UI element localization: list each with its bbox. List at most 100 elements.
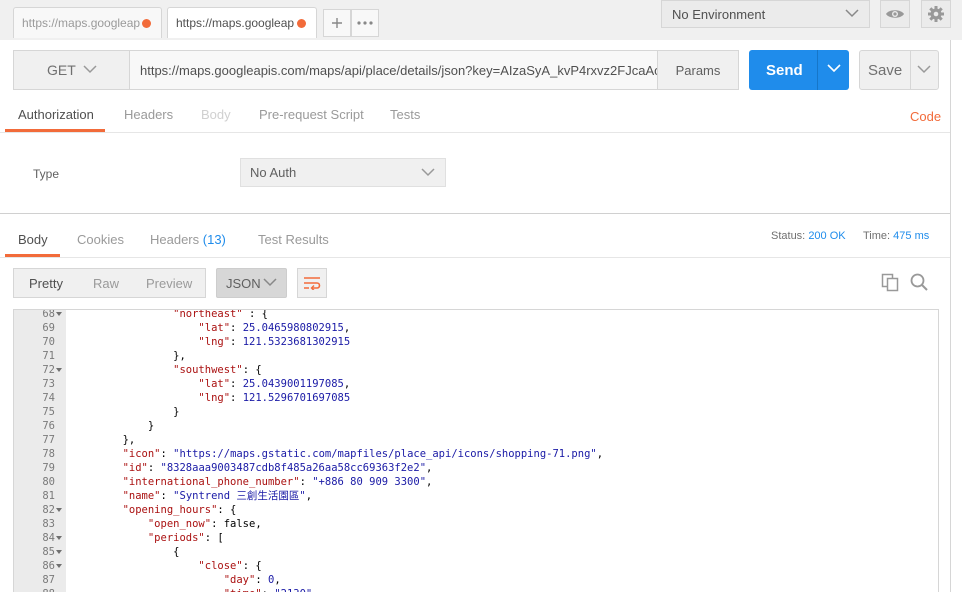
response-tab-body[interactable]: Body [18, 232, 48, 247]
wrap-lines-button[interactable] [297, 268, 327, 298]
line-number: 69 [42, 322, 55, 334]
line-number: 71 [42, 350, 55, 362]
environment-quicklook-button[interactable] [880, 0, 910, 28]
status-value: 200 OK [808, 230, 846, 242]
response-tab-test-results[interactable]: Test Results [258, 232, 329, 247]
response-tab-headers[interactable]: Headers (13) [150, 232, 226, 247]
code-token: : [230, 378, 243, 390]
code-token: : { [242, 364, 262, 376]
response-time: Time: 475 ms [863, 230, 929, 242]
method-label: GET [47, 62, 76, 78]
more-tabs-button[interactable] [351, 9, 379, 37]
tab-pre-request-script[interactable]: Pre-request Script [259, 107, 364, 122]
code-text: "periods": [ [72, 531, 224, 545]
fold-arrow-icon[interactable] [56, 550, 62, 554]
chevron-down-icon[interactable] [827, 63, 841, 73]
format-select[interactable]: JSON [216, 268, 287, 298]
response-status: Status: 200 OK [771, 230, 846, 242]
line-number: 72 [42, 364, 55, 376]
tab-authorization[interactable]: Authorization [18, 107, 94, 122]
view-mode-group: Pretty Raw Preview [13, 268, 206, 298]
new-tab-button[interactable] [323, 9, 351, 37]
code-line: 77 }, [14, 433, 929, 447]
code-token: "open_now" [72, 518, 212, 530]
code-token: "close" [72, 560, 243, 572]
request-tab-1[interactable]: https://maps.googleap [13, 7, 162, 38]
code-token: : { [242, 309, 268, 320]
section-divider [0, 213, 950, 214]
code-token: , [305, 490, 313, 502]
code-token: , [343, 378, 351, 390]
code-line: 73 "lat": 25.0439001197085, [14, 377, 929, 391]
code-line: 71 }, [14, 349, 929, 363]
code-line: 88 "time": "2130" [14, 587, 929, 592]
settings-button[interactable] [921, 0, 951, 28]
code-text: "lat": 25.0465980802915, [72, 321, 350, 335]
line-number: 84 [42, 532, 55, 544]
code-line: 75 } [14, 405, 929, 419]
code-text: "opening_hours": { [72, 503, 237, 517]
tab-body[interactable]: Body [201, 107, 231, 122]
code-token: "periods" [72, 532, 205, 544]
line-number: 79 [42, 462, 55, 474]
fold-arrow-icon[interactable] [56, 508, 62, 512]
line-number: 74 [42, 392, 55, 404]
search-response-button[interactable] [909, 272, 931, 294]
code-token: , [274, 574, 281, 586]
fold-arrow-icon[interactable] [56, 536, 62, 540]
fold-arrow-icon[interactable] [56, 368, 62, 372]
plus-icon [332, 18, 342, 28]
code-text: "close": { [72, 559, 261, 573]
code-line: 80 "international_phone_number": "+886 8… [14, 475, 929, 489]
response-body-editor[interactable]: 68 "northeast" : { 69 "lat": 25.046598080… [13, 309, 939, 592]
view-raw-button[interactable]: Raw [93, 269, 119, 297]
code-token: "+886 80 909 3300" [312, 476, 427, 488]
tab-headers[interactable]: Headers [124, 107, 173, 122]
code-text: "lat": 25.0439001197085, [72, 377, 350, 391]
status-label: Status: [771, 230, 806, 242]
tab-tests[interactable]: Tests [390, 107, 420, 122]
response-tab-cookies[interactable]: Cookies [77, 232, 124, 247]
code-line: 81 "name": "Syntrend 三創生活園區", [14, 489, 929, 503]
code-token: } [72, 406, 180, 418]
auth-type-select[interactable]: No Auth [240, 158, 446, 187]
line-number: 73 [42, 378, 55, 390]
method-select[interactable]: GET [13, 50, 130, 90]
code-token: 25.0465980802915 [242, 322, 344, 334]
code-token: : [230, 392, 243, 404]
params-button[interactable]: Params [657, 50, 739, 90]
code-line: 86 "close": { [14, 559, 929, 573]
code-text: "northeast" : { [72, 309, 268, 321]
code-token: } [72, 420, 155, 432]
fold-arrow-icon[interactable] [56, 564, 62, 568]
code-line: 78 "icon": "https://maps.gstatic.com/map… [14, 447, 929, 461]
url-text: https://maps.googleapis.com/maps/api/pla… [140, 62, 658, 78]
request-tab-2[interactable]: https://maps.googleap [167, 7, 317, 38]
line-number: 87 [42, 574, 55, 586]
fold-arrow-icon[interactable] [56, 312, 62, 316]
send-button[interactable]: Send [749, 50, 849, 90]
code-token: : [255, 574, 268, 586]
code-text: "time": "2130" [72, 587, 313, 592]
code-text: }, [72, 349, 186, 363]
code-token: 121.5323681302915 [242, 336, 351, 348]
line-number: 75 [42, 406, 55, 418]
chevron-down-icon[interactable] [917, 64, 931, 74]
generate-code-link[interactable]: Code [910, 109, 941, 124]
line-number: 82 [42, 504, 55, 516]
environment-select[interactable]: No Environment [661, 0, 870, 28]
line-number: 68 [42, 309, 55, 320]
code-token: 25.0439001197085 [242, 378, 344, 390]
code-text: "southwest": { [72, 363, 262, 377]
code-line: 85 { [14, 545, 929, 559]
view-preview-button[interactable]: Preview [146, 269, 192, 297]
view-pretty-button[interactable]: Pretty [29, 269, 63, 297]
code-token: "Syntrend 三創生活園區" [173, 490, 306, 502]
code-token: "northeast" [72, 309, 243, 320]
code-text: "name": "Syntrend 三創生活園區", [72, 489, 312, 503]
chevron-down-icon [845, 9, 859, 18]
save-button[interactable]: Save [859, 50, 939, 90]
line-number: 70 [42, 336, 55, 348]
copy-response-button[interactable] [880, 272, 902, 294]
url-input[interactable]: https://maps.googleapis.com/maps/api/pla… [129, 50, 658, 90]
